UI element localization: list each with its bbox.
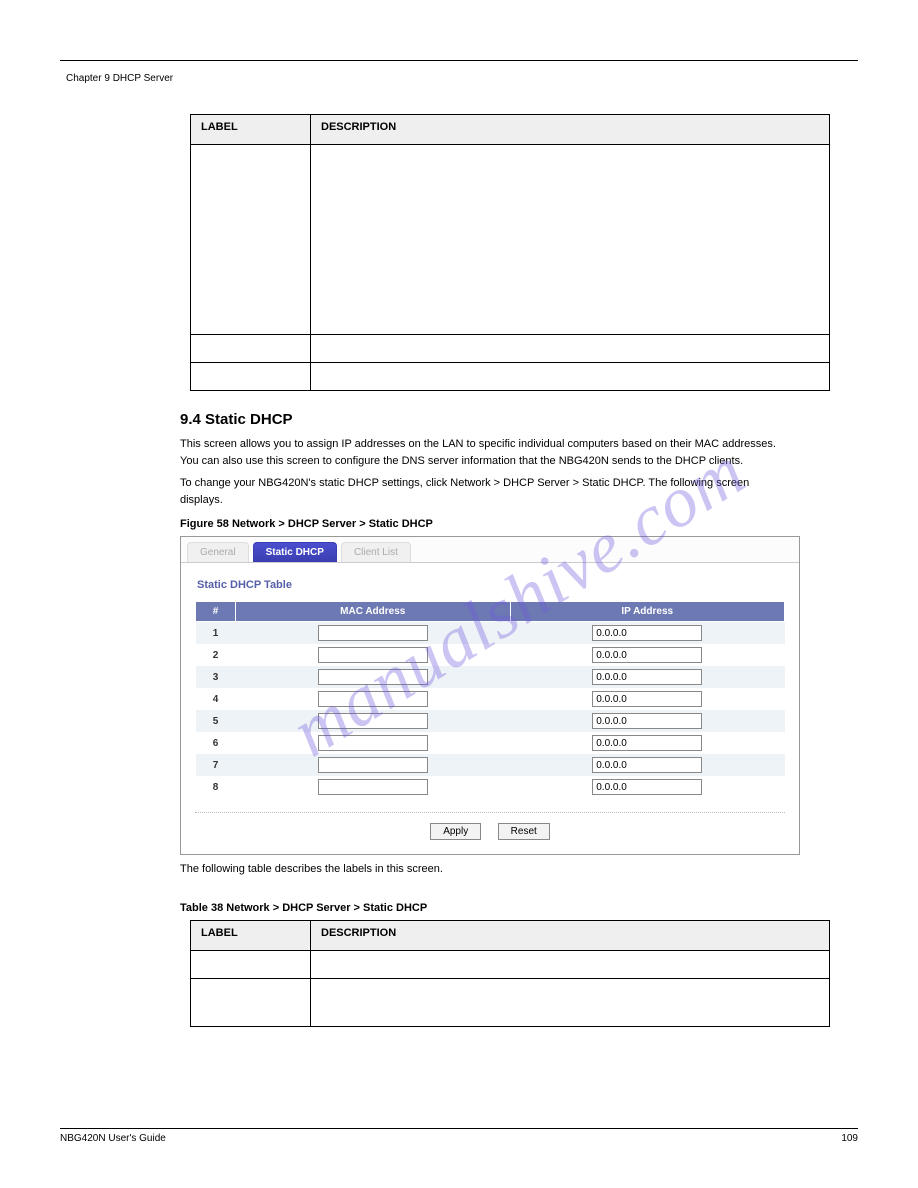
table2-caption: Table 38 Network > DHCP Server > Static … (180, 902, 858, 914)
reset-button[interactable]: Reset (498, 823, 550, 840)
row-number: 8 (196, 776, 236, 798)
mac-cell (236, 666, 511, 688)
mac-address-input[interactable] (318, 691, 428, 707)
section-para-2: To change your NBG420N's static DHCP set… (180, 475, 780, 508)
table-38: LABEL DESCRIPTION (190, 920, 830, 1027)
tab-general[interactable]: General (187, 542, 249, 562)
th-mac: MAC Address (236, 602, 511, 622)
cell-desc-1 (311, 335, 830, 363)
table-row: 7 (196, 754, 785, 776)
t2-cell-label-1 (191, 978, 311, 1026)
tab-bar: General Static DHCP Client List (181, 537, 799, 563)
mac-cell (236, 644, 511, 666)
tab-static-dhcp[interactable]: Static DHCP (253, 542, 337, 562)
table-continued: LABEL DESCRIPTION (190, 114, 830, 391)
ip-cell (510, 776, 785, 798)
ip-address-input[interactable] (592, 735, 702, 751)
mac-address-input[interactable] (318, 669, 428, 685)
th-ip: IP Address (510, 602, 785, 622)
ip-address-input[interactable] (592, 713, 702, 729)
ip-cell (510, 732, 785, 754)
row-number: 3 (196, 666, 236, 688)
cell-label-1 (191, 335, 311, 363)
ip-cell (510, 710, 785, 732)
mac-address-input[interactable] (318, 713, 428, 729)
footer-left: NBG420N User's Guide (60, 1133, 166, 1144)
table-row: 6 (196, 732, 785, 754)
mac-cell (236, 732, 511, 754)
ip-address-input[interactable] (592, 757, 702, 773)
row-number: 5 (196, 710, 236, 732)
ip-address-input[interactable] (592, 691, 702, 707)
section-heading: 9.4 Static DHCP (180, 411, 858, 428)
t2-th-desc: DESCRIPTION (311, 920, 830, 950)
apply-button[interactable]: Apply (430, 823, 481, 840)
mac-address-input[interactable] (318, 779, 428, 795)
ip-address-input[interactable] (592, 669, 702, 685)
ip-cell (510, 754, 785, 776)
mac-cell (236, 754, 511, 776)
cell-desc-2 (311, 363, 830, 391)
ip-address-input[interactable] (592, 647, 702, 663)
ip-address-input[interactable] (592, 779, 702, 795)
mac-cell (236, 776, 511, 798)
button-row: Apply Reset (195, 812, 785, 840)
figure-caption: Figure 58 Network > DHCP Server > Static… (180, 518, 858, 530)
ip-cell (510, 666, 785, 688)
page-footer: NBG420N User's Guide 109 (60, 1128, 858, 1144)
header-rule (60, 60, 858, 61)
t2-th-label: LABEL (191, 920, 311, 950)
th-label: LABEL (191, 115, 311, 145)
table-row: 1 (196, 622, 785, 645)
row-number: 1 (196, 622, 236, 645)
table-row: 5 (196, 710, 785, 732)
mac-address-input[interactable] (318, 735, 428, 751)
section-para-1: This screen allows you to assign IP addr… (180, 436, 780, 469)
chapter-header: Chapter 9 DHCP Server (66, 73, 858, 84)
row-number: 2 (196, 644, 236, 666)
cell-label-2 (191, 363, 311, 391)
ip-cell (510, 688, 785, 710)
th-desc: DESCRIPTION (311, 115, 830, 145)
t2-cell-label-0 (191, 950, 311, 978)
th-num: # (196, 602, 236, 622)
panel-title: Static DHCP Table (195, 573, 785, 601)
table-row: 2 (196, 644, 785, 666)
screenshot-panel: General Static DHCP Client List Static D… (180, 536, 800, 855)
row-number: 4 (196, 688, 236, 710)
footer-right: 109 (841, 1133, 858, 1144)
row-number: 7 (196, 754, 236, 776)
t2-cell-desc-0 (311, 950, 830, 978)
t2-cell-desc-1 (311, 978, 830, 1026)
cell-desc-0 (311, 145, 830, 335)
ip-cell (510, 644, 785, 666)
mac-address-input[interactable] (318, 625, 428, 641)
table-row: 3 (196, 666, 785, 688)
tab-client-list[interactable]: Client List (341, 542, 411, 562)
row-number: 6 (196, 732, 236, 754)
mac-cell (236, 688, 511, 710)
mac-address-input[interactable] (318, 647, 428, 663)
cell-label-0 (191, 145, 311, 335)
mac-address-input[interactable] (318, 757, 428, 773)
table-row: 4 (196, 688, 785, 710)
ip-cell (510, 622, 785, 645)
mac-cell (236, 710, 511, 732)
table-row: 8 (196, 776, 785, 798)
static-dhcp-table: # MAC Address IP Address 12345678 (195, 601, 785, 798)
mac-cell (236, 622, 511, 645)
after-para: The following table describes the labels… (180, 861, 780, 878)
ip-address-input[interactable] (592, 625, 702, 641)
